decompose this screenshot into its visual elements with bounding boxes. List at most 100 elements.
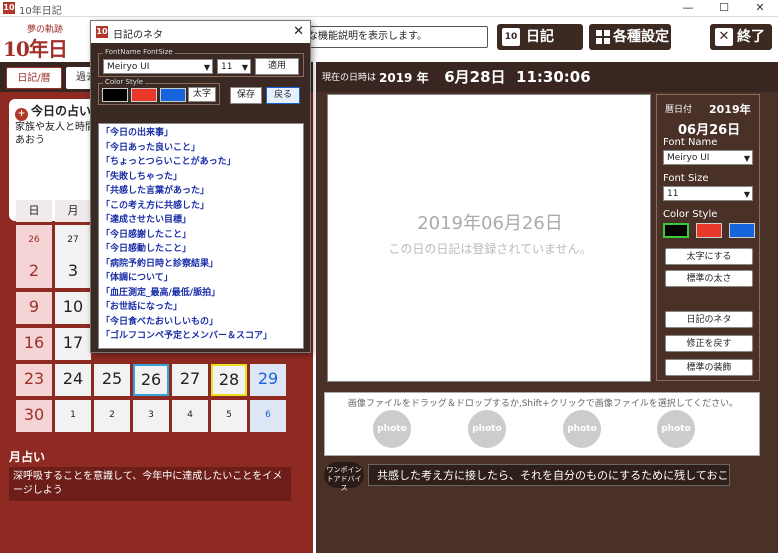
grid-icon: [594, 28, 612, 46]
chevron-down-icon: ▼: [241, 63, 248, 72]
chevron-down-icon: ▼: [743, 154, 750, 163]
calendar-day[interactable]: 10: [55, 292, 91, 324]
dialog-close-button[interactable]: ✕: [293, 24, 304, 39]
editor-empty-message: この日の日記は登録されていません。: [388, 242, 592, 256]
now-label: 現在の日時は: [322, 73, 377, 83]
chevron-down-icon: ▼: [203, 63, 210, 72]
maximize-button[interactable]: ☐: [712, 1, 736, 15]
dialog-back-button[interactable]: 戻る: [266, 87, 300, 104]
color-group-label: Color Style: [103, 78, 146, 86]
calendar-day[interactable]: 26: [16, 225, 52, 257]
topic-item[interactable]: 「今日食べたおいしいもの」: [101, 315, 301, 330]
normal-weight-button[interactable]: 標準の太さ: [665, 270, 753, 287]
calendar-day[interactable]: 30: [16, 400, 52, 432]
dialog-color-red[interactable]: [131, 88, 157, 102]
dialog-font-size-select[interactable]: 11 ▼: [217, 59, 251, 74]
app-icon: 10: [3, 2, 15, 14]
calendar-day[interactable]: 2: [94, 400, 130, 432]
topic-item[interactable]: 「体調について」: [101, 271, 301, 286]
revert-edit-button[interactable]: 修正を戻す: [665, 335, 753, 352]
advice-badge: ワンポイントアドバイス: [324, 462, 364, 492]
color-swatch-black[interactable]: [663, 223, 689, 238]
dialog-bold-button[interactable]: 太字: [188, 87, 216, 102]
topic-item[interactable]: 「達成させたい目標」: [101, 213, 301, 228]
advice-text: 共感した考え方に接したら、それを自分のものにするために残しておこう。: [368, 464, 730, 486]
photo-drop-hint: 画像ファイルをドラッグ＆ドロップするか,Shift+クリックで画像ファイルを選択…: [347, 399, 739, 409]
calendar-day[interactable]: 9: [16, 292, 52, 324]
topic-item[interactable]: 「病院予約日時と診察結果」: [101, 257, 301, 272]
diary-editor[interactable]: 2019年06月26日 この日の日記は登録されていません。: [327, 94, 651, 382]
dialog-font-name-select[interactable]: Meiryo UI ▼: [103, 59, 213, 74]
photo-slot[interactable]: photo: [657, 410, 695, 448]
color-swatch-red[interactable]: [696, 223, 722, 238]
calendar-day[interactable]: 25: [94, 364, 130, 396]
side-year: 2019年: [709, 103, 751, 116]
moon-fortune: 月占い 深呼吸することを意識して、今年中に達成したいことをイメージしよう: [9, 448, 309, 501]
topic-item[interactable]: 「今日の出来事」: [101, 126, 301, 141]
minimize-button[interactable]: —: [676, 1, 700, 15]
calendar-day[interactable]: 5: [211, 400, 247, 432]
color-swatch-blue[interactable]: [729, 223, 755, 238]
calendar-day[interactable]: 17: [55, 328, 91, 360]
diary-topics-button[interactable]: 日記のネタ: [665, 311, 753, 328]
calendar-day[interactable]: 3: [55, 256, 91, 288]
topic-item[interactable]: 「ゴルフコンペ予定とメンバー＆スコア」: [101, 329, 301, 344]
help-text-bar: な機能説明を表示します。: [303, 26, 488, 48]
calendar-day[interactable]: 3: [133, 400, 169, 432]
diary-topics-dialog: 10 日記のネタ ✕ FontName FontSize Meiryo UI ▼ …: [90, 20, 311, 353]
calendar-day[interactable]: 29: [250, 364, 286, 396]
current-datetime-bar: 現在の日時は 2019 年 6月28日 11:30:06: [316, 62, 778, 92]
moon-fortune-label: 月占い: [9, 450, 46, 464]
calendar-day[interactable]: 6: [250, 400, 286, 432]
topic-item[interactable]: 「今日感動したこと」: [101, 242, 301, 257]
close-window-button[interactable]: ✕: [748, 1, 772, 15]
photo-drop-area[interactable]: 画像ファイルをドラッグ＆ドロップするか,Shift+クリックで画像ファイルを選択…: [324, 392, 760, 456]
font-size-select[interactable]: 11 ▼: [663, 186, 753, 201]
tab-diary-calendar[interactable]: 日記/暦: [6, 67, 62, 89]
date-label: 暦日付: [665, 105, 693, 115]
calendar-day[interactable]: 1: [55, 400, 91, 432]
title-bar: 10 10年日記 — ☐ ✕: [0, 0, 778, 17]
calendar-day-selected[interactable]: 26: [133, 364, 169, 396]
font-name-select[interactable]: Meiryo UI ▼: [663, 150, 753, 165]
calendar-day[interactable]: 2: [16, 256, 52, 288]
editor-date: 2019年06月26日: [417, 213, 563, 234]
one-point-advice: ワンポイントアドバイス 共感した考え方に接したら、それを自分のものにするために残…: [324, 462, 734, 492]
photo-slot[interactable]: photo: [373, 410, 411, 448]
exit-button[interactable]: ✕ 終了: [710, 24, 772, 50]
calendar-day[interactable]: 27: [172, 364, 208, 396]
calendar-day[interactable]: 4: [172, 400, 208, 432]
dialog-color-blue[interactable]: [160, 88, 186, 102]
settings-button[interactable]: 各種設定: [589, 24, 671, 50]
weekday-sun: 日: [16, 200, 52, 222]
topic-item[interactable]: 「失敗しちゃった」: [101, 170, 301, 185]
dialog-color-black[interactable]: [102, 88, 128, 102]
topic-item[interactable]: 「お世話になった」: [101, 300, 301, 315]
photo-slot[interactable]: photo: [563, 410, 601, 448]
diary-button[interactable]: 10 日記: [497, 24, 583, 50]
default-style-button[interactable]: 標準の装飾: [665, 359, 753, 376]
chevron-down-icon: ▼: [743, 190, 750, 199]
topic-item[interactable]: 「今日感謝したこと」: [101, 228, 301, 243]
photo-slot[interactable]: photo: [468, 410, 506, 448]
font-name-label: Font Name: [663, 137, 718, 148]
apply-button[interactable]: 適用: [255, 58, 299, 75]
calendar-day-today[interactable]: 28: [211, 364, 247, 396]
topic-item[interactable]: 「今日あった良いこと」: [101, 141, 301, 156]
diary-button-label: 日記: [526, 29, 554, 45]
topic-item[interactable]: 「ちょっとつらいことがあった」: [101, 155, 301, 170]
topic-item[interactable]: 「共感した言葉があった」: [101, 184, 301, 199]
fortune-title: + 今日の占い: [15, 102, 91, 121]
bold-button[interactable]: 太字にする: [665, 248, 753, 265]
dialog-save-button[interactable]: 保存: [230, 87, 262, 104]
topic-item[interactable]: 「この考え方に共感した」: [101, 199, 301, 214]
topic-item[interactable]: 「血圧測定_最高/最低/脈拍」: [101, 286, 301, 301]
moon-fortune-text: 深呼吸することを意識して、今年中に達成したいことをイメージしよう: [9, 467, 291, 501]
calendar-day[interactable]: 23: [16, 364, 52, 396]
calendar-day[interactable]: 16: [16, 328, 52, 360]
fortune-title-text: 今日の占い: [31, 104, 92, 118]
calendar-day[interactable]: 24: [55, 364, 91, 396]
calendar-day[interactable]: 27: [55, 225, 91, 257]
dialog-app-icon: 10: [96, 26, 108, 38]
right-panel: 現在の日時は 2019 年 6月28日 11:30:06 2019年06月26日…: [316, 62, 778, 553]
